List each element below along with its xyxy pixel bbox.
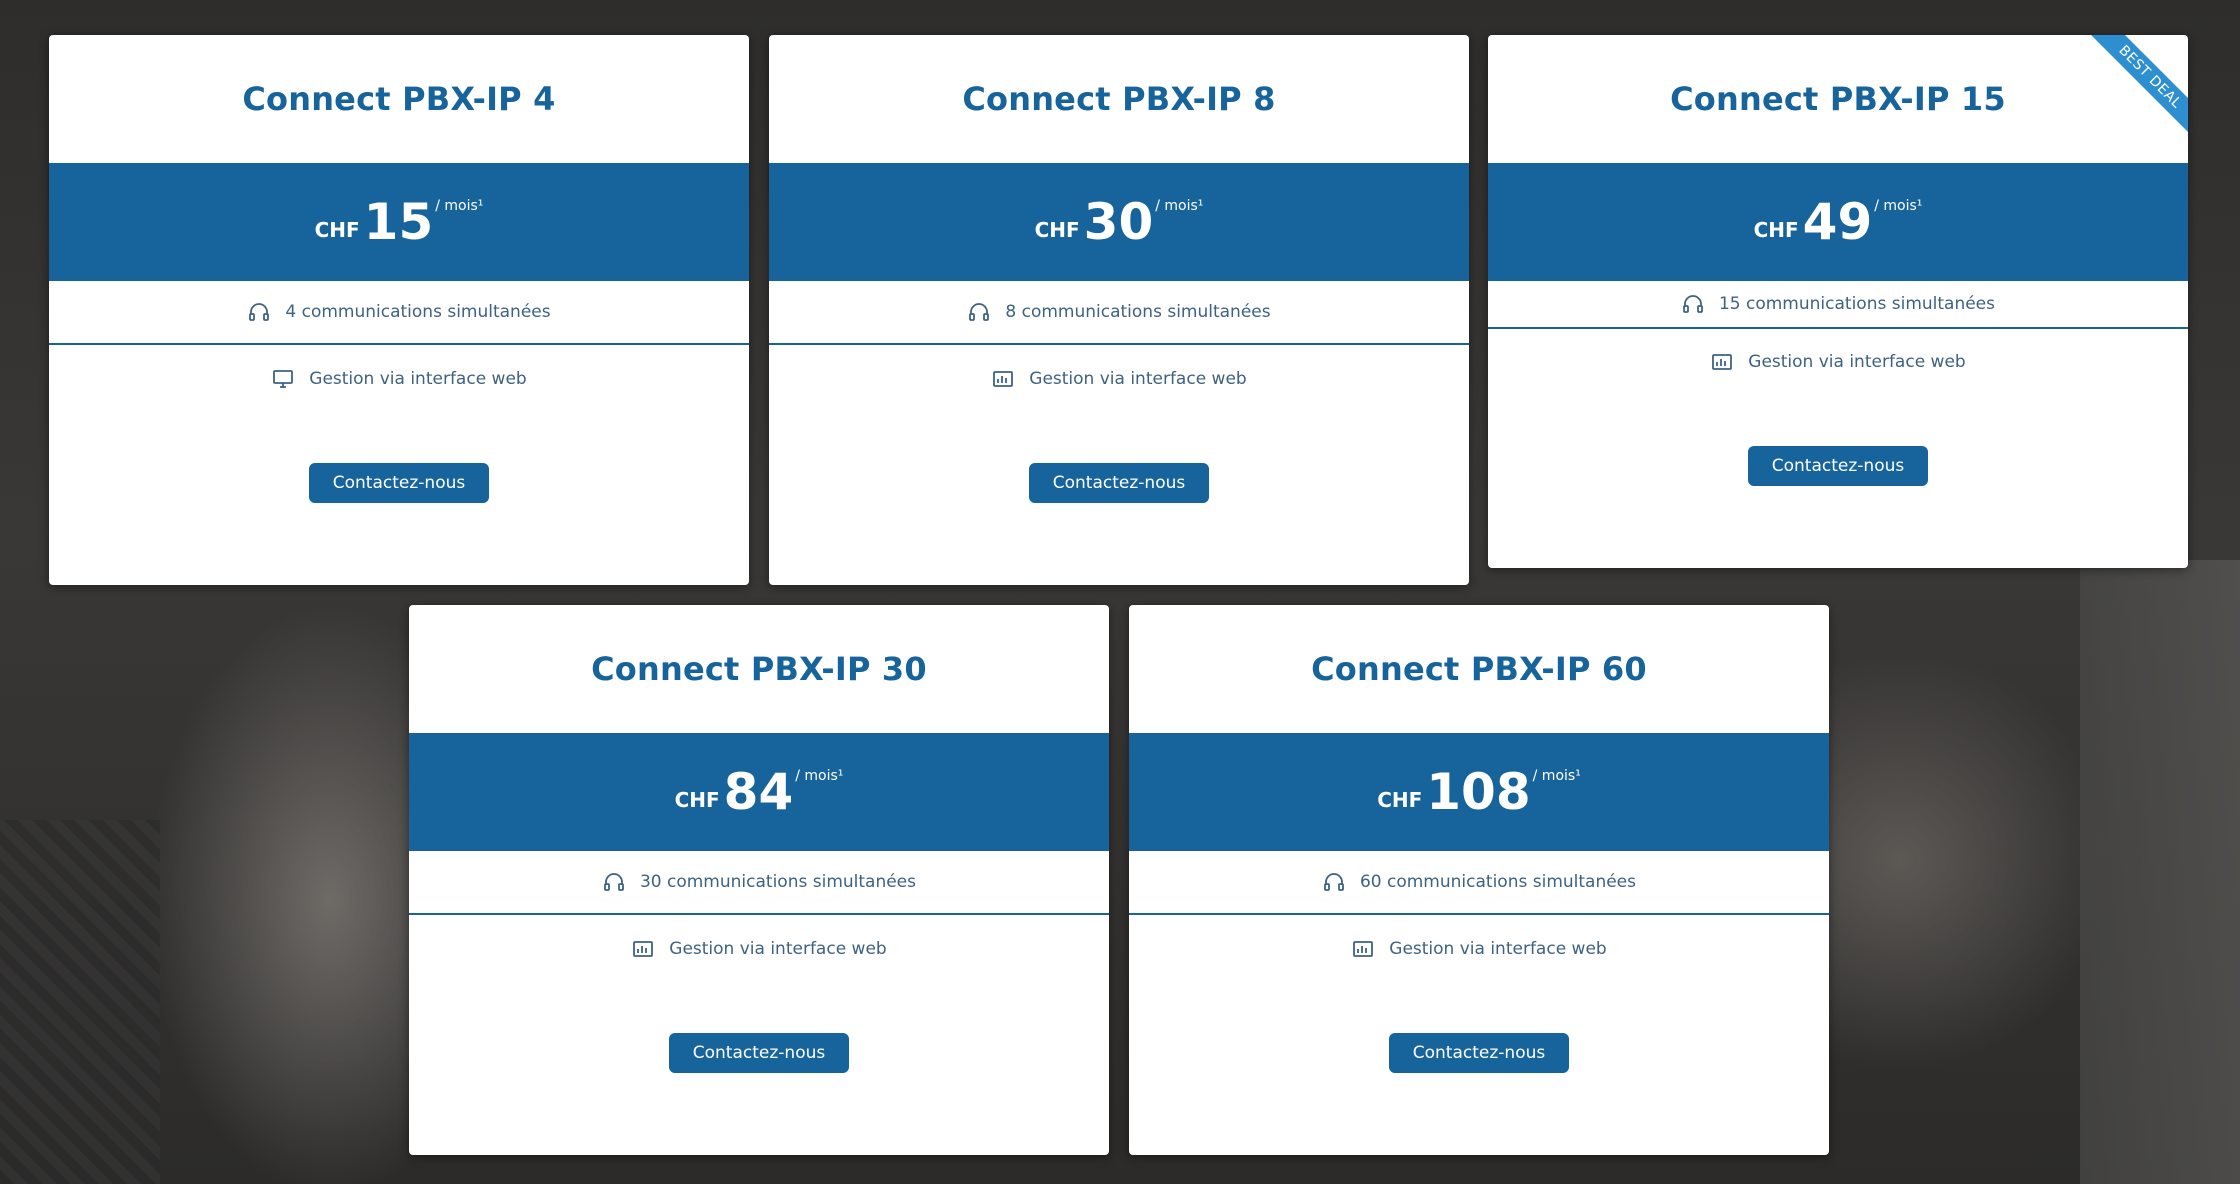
background-chair — [0, 820, 160, 1184]
feature-label: 30 communications simultanées — [639, 872, 917, 892]
plan-price: CHF 84 / mois¹ — [675, 764, 844, 820]
feature-label: Gestion via interface web — [1029, 369, 1247, 389]
plan-price: CHF 15 / mois¹ — [315, 194, 484, 250]
feature-simultaneous-calls: 60 communications simultanées — [1129, 851, 1829, 915]
price-currency: CHF — [1034, 218, 1080, 242]
price-currency: CHF — [1377, 788, 1423, 812]
price-period: / mois¹ — [435, 198, 484, 214]
feature-simultaneous-calls: 30 communications simultanées — [409, 851, 1109, 915]
feature-label: Gestion via interface web — [1389, 939, 1607, 959]
price-band: CHF 30 / mois¹ — [769, 163, 1469, 281]
feature-label: Gestion via interface web — [1748, 352, 1966, 372]
plan-title: Connect PBX-IP 60 — [1311, 650, 1647, 688]
ribbon-label: BEST DEAL — [2088, 35, 2188, 135]
feature-web-management: Gestion via interface web — [409, 915, 1109, 983]
monitor-icon — [271, 367, 295, 391]
plan-title: Connect PBX-IP 30 — [591, 650, 927, 688]
plan-title: Connect PBX-IP 15 — [1670, 80, 2006, 118]
headset-icon — [602, 870, 626, 894]
price-period: / mois¹ — [795, 768, 844, 784]
pricing-card-pbx-ip-30: Connect PBX-IP 30 CHF 84 / mois¹ 30 comm… — [409, 605, 1109, 1155]
contact-button[interactable]: Contactez-nous — [1747, 446, 1929, 486]
dashboard-icon — [1710, 350, 1734, 374]
price-band: CHF 84 / mois¹ — [409, 733, 1109, 851]
price-amount: 49 — [1802, 193, 1873, 251]
contact-button[interactable]: Contactez-nous — [308, 463, 490, 503]
price-period: / mois¹ — [1874, 198, 1923, 214]
price-currency: CHF — [314, 218, 360, 242]
contact-button[interactable]: Contactez-nous — [668, 1033, 850, 1073]
price-amount: 30 — [1083, 193, 1154, 251]
pricing-card-pbx-ip-8: Connect PBX-IP 8 CHF 30 / mois¹ 8 commun… — [769, 35, 1469, 585]
feature-web-management: Gestion via interface web — [769, 345, 1469, 413]
price-band: CHF 108 / mois¹ — [1129, 733, 1829, 851]
price-amount: 108 — [1426, 763, 1531, 821]
feature-web-management: Gestion via interface web — [49, 345, 749, 413]
price-period: / mois¹ — [1532, 768, 1581, 784]
contact-button[interactable]: Contactez-nous — [1388, 1033, 1570, 1073]
feature-web-management: Gestion via interface web — [1129, 915, 1829, 983]
headset-icon — [1681, 292, 1705, 316]
pricing-card-pbx-ip-4: Connect PBX-IP 4 CHF 15 / mois¹ 4 commun… — [49, 35, 749, 585]
price-amount: 84 — [723, 763, 794, 821]
best-deal-ribbon: BEST DEAL — [2088, 35, 2188, 135]
feature-simultaneous-calls: 15 communications simultanées — [1488, 281, 2188, 329]
feature-simultaneous-calls: 8 communications simultanées — [769, 281, 1469, 345]
headset-icon — [1322, 870, 1346, 894]
feature-label: Gestion via interface web — [669, 939, 887, 959]
feature-label: 60 communications simultanées — [1359, 872, 1637, 892]
price-band: CHF 49 / mois¹ — [1488, 163, 2188, 281]
plan-title: Connect PBX-IP 4 — [242, 80, 556, 118]
headset-icon — [967, 300, 991, 324]
price-currency: CHF — [674, 788, 720, 812]
headset-icon — [247, 300, 271, 324]
feature-label: 15 communications simultanées — [1718, 294, 1996, 314]
price-period: / mois¹ — [1155, 198, 1204, 214]
plan-title: Connect PBX-IP 8 — [962, 80, 1276, 118]
feature-web-management: Gestion via interface web — [1488, 329, 2188, 395]
contact-button[interactable]: Contactez-nous — [1028, 463, 1210, 503]
feature-label: 8 communications simultanées — [1005, 302, 1271, 322]
price-band: CHF 15 / mois¹ — [49, 163, 749, 281]
price-currency: CHF — [1753, 218, 1799, 242]
price-amount: 15 — [363, 193, 434, 251]
background-window — [2080, 560, 2240, 1184]
feature-label: Gestion via interface web — [309, 369, 527, 389]
pricing-card-pbx-ip-15: BEST DEAL Connect PBX-IP 15 CHF 49 / moi… — [1488, 35, 2188, 568]
plan-price: CHF 108 / mois¹ — [1377, 764, 1581, 820]
feature-simultaneous-calls: 4 communications simultanées — [49, 281, 749, 345]
plan-price: CHF 49 / mois¹ — [1754, 194, 1923, 250]
dashboard-icon — [631, 937, 655, 961]
dashboard-icon — [991, 367, 1015, 391]
dashboard-icon — [1351, 937, 1375, 961]
plan-price: CHF 30 / mois¹ — [1035, 194, 1204, 250]
feature-label: 4 communications simultanées — [285, 302, 551, 322]
pricing-card-pbx-ip-60: Connect PBX-IP 60 CHF 108 / mois¹ 60 com… — [1129, 605, 1829, 1155]
